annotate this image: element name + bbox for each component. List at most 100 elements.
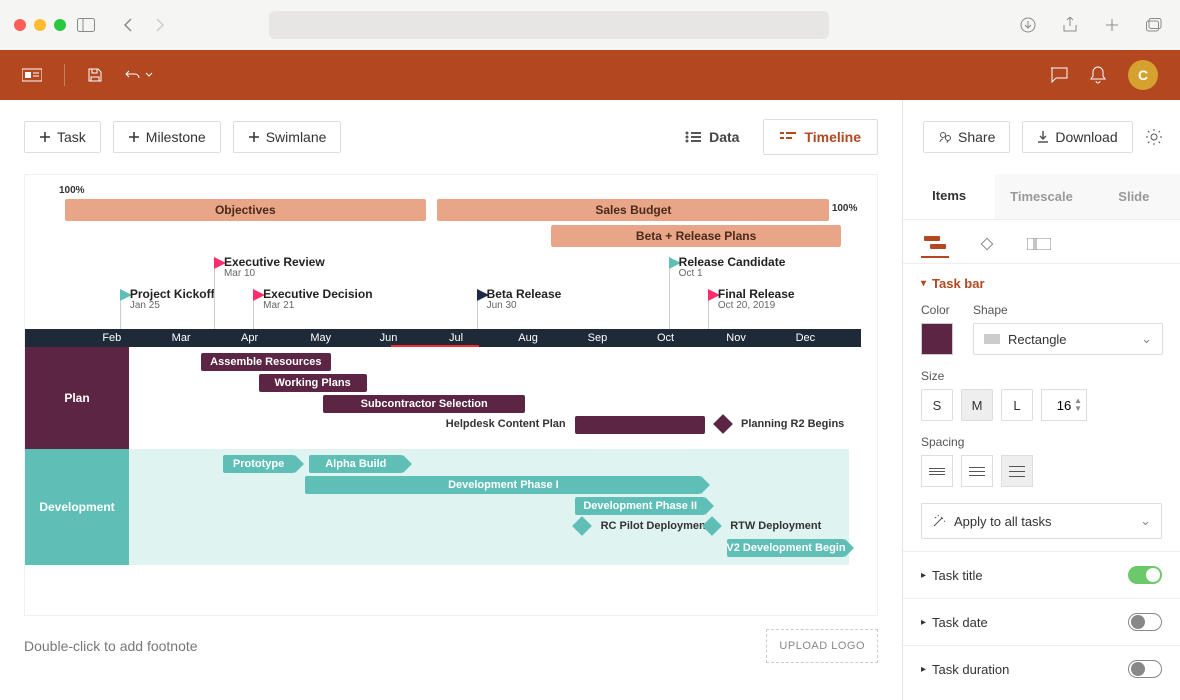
download-icon[interactable] [1016, 13, 1040, 37]
shape-select[interactable]: Rectangle ⌄ [973, 323, 1163, 355]
section-task-title[interactable]: ▸Task title [903, 552, 1180, 599]
url-bar[interactable] [269, 11, 829, 39]
task-duration-toggle[interactable] [1128, 660, 1162, 678]
task-dev-phase2[interactable]: Development Phase II [575, 497, 705, 515]
add-task-button[interactable]: Task [24, 121, 101, 153]
month-feb: Feb [98, 329, 167, 347]
chevron-down-icon: ⌄ [1141, 331, 1152, 347]
month-mar: Mar [168, 329, 237, 347]
summary-bar-sales[interactable]: Sales Budget 100% [437, 199, 829, 221]
footnote-placeholder[interactable]: Double-click to add footnote [24, 638, 198, 654]
dev-label: Development [25, 449, 129, 565]
task-duration-label: Task duration [932, 662, 1009, 677]
subtab-swimlane-icon[interactable] [1025, 230, 1053, 258]
objectives-label: Objectives [215, 203, 276, 217]
task-helpdesk-label: Helpdesk Content Plan [446, 418, 566, 430]
size-m-button[interactable]: M [961, 389, 993, 421]
subtab-task-icon[interactable] [921, 230, 949, 258]
spacing-loose-button[interactable] [1001, 455, 1033, 487]
sales-label: Sales Budget [595, 203, 671, 217]
milestone-planning-r2[interactable] [713, 414, 733, 434]
spacing-normal-button[interactable] [961, 455, 993, 487]
browser-chrome [0, 0, 1180, 50]
sales-pct: 100% [832, 203, 858, 214]
month-nov: Nov [722, 329, 791, 347]
tab-slide[interactable]: Slide [1088, 174, 1180, 219]
task-bar-header[interactable]: ▾Task bar [921, 276, 1162, 291]
task-alpha[interactable]: Alpha Build [309, 455, 403, 473]
spacing-label: Spacing [921, 435, 1162, 449]
add-swimlane-button[interactable]: Swimlane [233, 121, 342, 153]
save-icon[interactable] [87, 67, 103, 83]
color-swatch[interactable] [921, 323, 953, 355]
side-tabs: Items Timescale Slide [903, 174, 1180, 220]
size-l-button[interactable]: L [1001, 389, 1033, 421]
task-title-toggle[interactable] [1128, 566, 1162, 584]
notification-icon[interactable] [1090, 66, 1106, 84]
spacing-tight-button[interactable] [921, 455, 953, 487]
share-button[interactable]: Share [923, 121, 1010, 153]
avatar[interactable]: C [1128, 60, 1158, 90]
timeline-view-button[interactable]: Timeline [763, 119, 878, 155]
swimlane-plan[interactable]: Plan Assemble Resources Working Plans Su… [65, 347, 849, 449]
comment-icon[interactable] [1050, 67, 1068, 83]
swimlane-development[interactable]: Development Prototype Alpha Build Develo… [65, 449, 849, 565]
undo-icon[interactable] [125, 68, 153, 82]
summary-bar-objectives[interactable]: 100% Objectives [65, 199, 426, 221]
tab-items[interactable]: Items [903, 174, 995, 219]
task-date-toggle[interactable] [1128, 613, 1162, 631]
month-oct: Oct [653, 329, 722, 347]
rectangle-icon [984, 334, 1000, 344]
tabs-icon[interactable] [1142, 13, 1166, 37]
task-working-plans[interactable]: Working Plans [259, 374, 367, 392]
task-helpdesk[interactable] [575, 416, 705, 434]
share-icon[interactable] [1058, 13, 1082, 37]
month-apr: Apr [237, 329, 306, 347]
month-aug: Aug [514, 329, 583, 347]
minimize-window-icon[interactable] [34, 19, 46, 31]
milestone-rc-pilot[interactable] [572, 516, 592, 536]
task-assemble[interactable]: Assemble Resources [201, 353, 331, 371]
beta-label: Beta + Release Plans [636, 229, 756, 243]
timeline-canvas[interactable]: 100% Objectives Sales Budget 100% Beta +… [24, 174, 878, 616]
maximize-window-icon[interactable] [54, 19, 66, 31]
data-view-button[interactable]: Data [669, 119, 755, 155]
tab-timescale[interactable]: Timescale [995, 174, 1087, 219]
add-tool-row: Task Milestone Swimlane Data Timeline [24, 100, 902, 174]
rtw-label: RTW Deployment [730, 520, 821, 532]
apply-select[interactable]: Apply to all tasks ⌄ [921, 503, 1162, 539]
upload-logo-button[interactable]: UPLOAD LOGO [766, 629, 878, 663]
summary-bar-beta[interactable]: Beta + Release Plans [551, 225, 841, 247]
sidebar-toggle-icon[interactable] [74, 13, 98, 37]
wand-icon [932, 514, 946, 528]
planning-r2-label: Planning R2 Begins [741, 418, 844, 430]
task-subcontractor[interactable]: Subcontractor Selection [323, 395, 525, 413]
download-label: Download [1055, 129, 1117, 145]
month-dec: Dec [792, 329, 861, 347]
close-window-icon[interactable] [14, 19, 26, 31]
shape-value: Rectangle [1008, 332, 1067, 347]
add-milestone-button[interactable]: Milestone [113, 121, 221, 153]
section-task-date[interactable]: ▸Task date [903, 599, 1180, 646]
task-title-label: Task title [932, 568, 983, 583]
back-icon[interactable] [116, 13, 140, 37]
task-dev-phase1[interactable]: Development Phase I [305, 476, 701, 494]
new-tab-icon[interactable] [1100, 13, 1124, 37]
size-s-button[interactable]: S [921, 389, 953, 421]
item-type-tabs [903, 220, 1180, 264]
size-number-input[interactable]: 16▲▼ [1041, 389, 1087, 421]
section-task-duration[interactable]: ▸Task duration [903, 646, 1180, 692]
download-button[interactable]: Download [1022, 121, 1132, 153]
presentation-icon[interactable] [22, 67, 42, 83]
month-axis: Jan Feb Mar Apr May Jun Jul Aug Sep Oct … [65, 329, 861, 347]
size-label: Size [921, 369, 1162, 383]
task-prototype[interactable]: Prototype [223, 455, 295, 473]
month-may: May [306, 329, 375, 347]
forward-icon[interactable] [148, 13, 172, 37]
timeline-view-label: Timeline [804, 129, 861, 145]
task-v2[interactable]: V2 Development Begin [727, 539, 846, 557]
app-toolbar: C [0, 50, 1180, 100]
data-view-label: Data [709, 129, 739, 145]
subtab-milestone-icon[interactable] [973, 230, 1001, 258]
settings-icon[interactable] [1145, 121, 1163, 153]
